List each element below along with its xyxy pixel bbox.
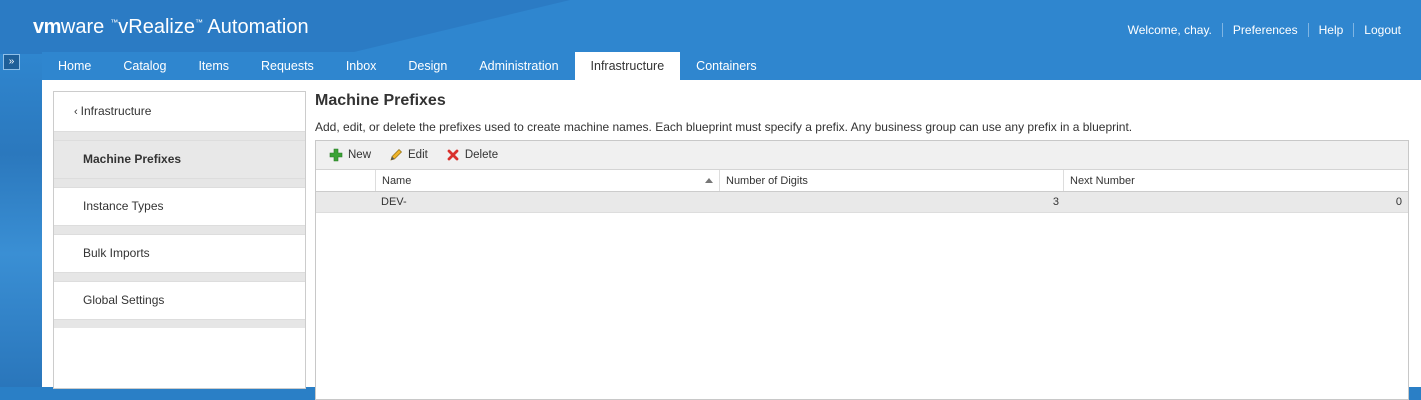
edit-label: Edit (408, 149, 428, 161)
logo-trademark: ™ (110, 18, 119, 27)
column-label: Next Number (1070, 175, 1135, 187)
sort-ascending-icon (705, 178, 713, 183)
logo-ware: ware (60, 16, 105, 38)
expand-panel-icon[interactable]: » (3, 54, 20, 70)
cell-name: DEV- (381, 196, 407, 208)
help-link[interactable]: Help (1307, 23, 1354, 37)
sidebar-divider (54, 132, 305, 140)
new-label: New (348, 149, 372, 161)
cell-next-number: 0 (1395, 196, 1402, 208)
back-label: Infrastructure (80, 104, 152, 118)
tab-home[interactable]: Home (42, 52, 107, 80)
welcome-text: Welcome, chay. (1127, 23, 1212, 37)
new-button[interactable]: New (329, 148, 371, 162)
tab-inbox[interactable]: Inbox (330, 52, 393, 80)
table-row[interactable]: DEV- 3 0 (316, 192, 1408, 213)
tab-administration[interactable]: Administration (463, 52, 574, 80)
row-selector (316, 192, 375, 212)
column-header-next-number[interactable]: Next Number (1063, 170, 1406, 191)
main-panel: Machine Prefixes Add, edit, or delete th… (315, 91, 1415, 400)
sidebar-divider (54, 226, 305, 234)
page-description: Add, edit, or delete the prefixes used t… (315, 120, 1133, 134)
logout-link[interactable]: Logout (1353, 23, 1411, 37)
tab-infrastructure[interactable]: Infrastructure (574, 52, 681, 80)
column-label: Number of Digits (726, 175, 808, 187)
sidebar-item-machine-prefixes[interactable]: Machine Prefixes (54, 140, 305, 179)
column-label: Name (382, 175, 412, 187)
edit-button[interactable]: Edit (389, 148, 428, 162)
tab-containers[interactable]: Containers (680, 52, 772, 80)
cell-digits: 3 (1052, 196, 1059, 208)
column-header-name[interactable]: Name (375, 170, 719, 191)
sidebar-item-bulk-imports[interactable]: Bulk Imports (54, 234, 305, 273)
chevron-left-icon: ‹ (74, 106, 78, 118)
column-header-digits[interactable]: Number of Digits (719, 170, 1063, 191)
select-column-header (316, 170, 375, 191)
logo-vm: vm (33, 16, 61, 38)
delete-button[interactable]: Delete (446, 148, 498, 162)
sidebar: ‹ Infrastructure Machine Prefixes Instanc… (53, 91, 306, 389)
product-suffix: Automation (202, 16, 309, 38)
table-header: Name Number of Digits Next Number (316, 170, 1408, 192)
sidebar-divider (54, 320, 305, 328)
prefix-grid: New Edit Delete Name Number of Digits Ne… (315, 140, 1409, 400)
vmware-logo: vmware ™vRealize™ Automation (33, 16, 309, 39)
top-header: vmware ™vRealize™ Automation Welcome, cha… (0, 0, 1421, 54)
sidebar-divider (54, 179, 305, 187)
pencil-icon (390, 149, 403, 161)
content-area: ‹ Infrastructure Machine Prefixes Instanc… (42, 80, 1421, 400)
delete-x-icon (447, 149, 459, 161)
main-nav: Home Catalog Items Requests Inbox Design… (42, 52, 773, 80)
sidebar-item-global-settings[interactable]: Global Settings (54, 281, 305, 320)
delete-label: Delete (464, 149, 499, 161)
preferences-link[interactable]: Preferences (1221, 23, 1308, 37)
tab-requests[interactable]: Requests (245, 52, 330, 80)
tab-catalog[interactable]: Catalog (107, 52, 182, 80)
tab-items[interactable]: Items (182, 52, 245, 80)
sidebar-item-instance-types[interactable]: Instance Types (54, 187, 305, 226)
left-rail (0, 54, 42, 387)
product-trademark: ™ (194, 18, 203, 27)
product-name: vRealize (118, 16, 195, 38)
user-links: Welcome, chay. Preferences Help Logout (1118, 23, 1411, 37)
tab-design[interactable]: Design (392, 52, 463, 80)
grid-toolbar: New Edit Delete (316, 141, 1408, 170)
page-title: Machine Prefixes (315, 92, 446, 109)
plus-icon (329, 148, 343, 162)
back-to-infrastructure[interactable]: ‹ Infrastructure (54, 92, 305, 132)
sidebar-divider (54, 273, 305, 281)
